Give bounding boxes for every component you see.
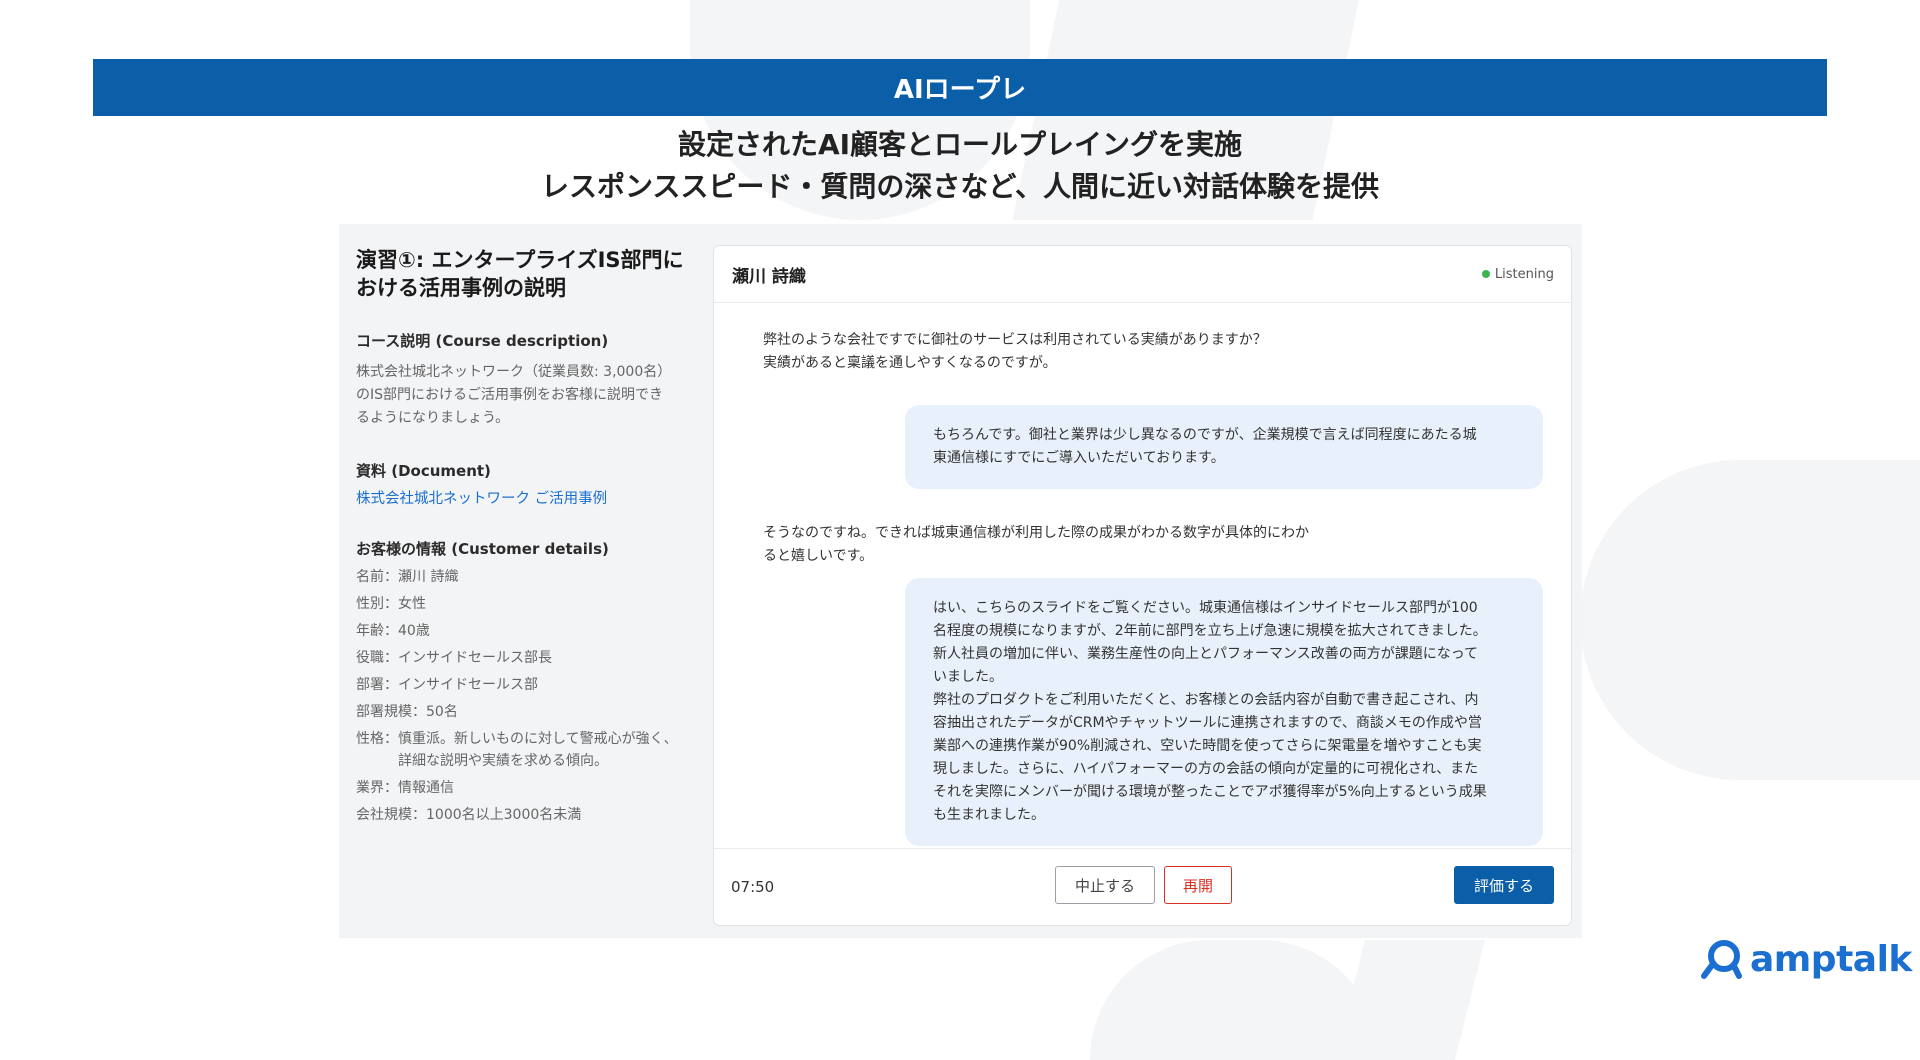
session-timer: 07:50 xyxy=(731,878,775,896)
background-shape xyxy=(1580,460,1920,780)
subtitle-line: レスポンススピード・質問の深さなど、人間に近い対話体験を提供 xyxy=(540,170,1380,203)
description-line: るようになりましょう。 xyxy=(356,410,510,426)
slide-subtitle: 設定されたAI顧客とロールプレイングを実施 レスポンススピード・質問の深さなど、… xyxy=(93,124,1827,208)
customer-heading: お客様の情報 (Customer details) xyxy=(356,540,609,558)
resume-button[interactable]: 再開 xyxy=(1164,866,1232,904)
customer-department-row: 部署： インサイドセールス部 xyxy=(356,677,538,693)
amptalk-logo: amptalk xyxy=(1700,938,1912,980)
brand-name: amptalk xyxy=(1750,938,1912,980)
customer-industry-row: 業界： 情報通信 xyxy=(356,780,454,796)
status-dot-icon xyxy=(1481,270,1490,278)
customer-name-row: 名前： 瀬川 詩織 xyxy=(356,569,459,585)
document-link[interactable]: 株式会社城北ネットワーク ご活用事例 xyxy=(356,487,696,508)
customer-age-row: 年齢： 40歳 xyxy=(356,623,430,639)
customer-personality-row: 性格： 慎重派。新しいものに対して警戒心が強く、 詳細な説明や実績を求める傾向。 xyxy=(356,731,678,769)
background-shape xyxy=(1335,940,1485,1060)
status-badge: Listening xyxy=(1481,266,1554,282)
background-shape xyxy=(1090,940,1380,1060)
evaluate-button[interactable]: 評価する xyxy=(1454,866,1554,904)
stop-button[interactable]: 中止する xyxy=(1055,866,1155,904)
customer-gender-row: 性別： 女性 xyxy=(356,596,426,612)
ai-message: そうなのですね。できれば城東通信様が利用した際の成果がわかる数字が具体的にわか … xyxy=(763,525,1309,564)
subtitle-line: 設定されたAI顧客とロールプレイングを実施 xyxy=(677,128,1243,161)
customer-details: 名前： 瀬川 詩織 性別： 女性 年齢： 40歳 役職： インサイドセールス部長 部署：… xyxy=(356,566,696,826)
customer-dept-size-row: 部署規模： 50名 xyxy=(356,704,458,720)
chat-header: 瀬川 詩織 Listening xyxy=(714,246,1571,303)
course-panel: 演習①: エンタープライズIS部門に おける活用事例の説明 コース説明 (Cou… xyxy=(356,246,696,831)
chat-footer: 07:50 中止する 再開 評価する xyxy=(714,848,1571,925)
banner-title: AIロープレ xyxy=(93,59,1827,116)
course-title: 演習①: エンタープライズIS部門に おける活用事例の説明 xyxy=(356,246,696,302)
description-line: 株式会社城北ネットワーク（従業員数: 3,000名） xyxy=(356,364,672,380)
course-title-line: おける活用事例の説明 xyxy=(356,276,566,300)
status-label: Listening xyxy=(1494,266,1554,282)
customer-company-size-row: 会社規模： 1000名以上3000名未満 xyxy=(356,807,582,823)
user-message: はい、こちらのスライドをご覧ください。城東通信様はインサイドセールス部門が100… xyxy=(905,578,1543,846)
customer-position-row: 役職： インサイドセールス部長 xyxy=(356,650,552,666)
message-list[interactable]: 弊社のような会社ですでに御社のサービスは利用されている実績がありますか？ 実績が… xyxy=(714,303,1571,847)
description-heading: コース説明 (Course description) xyxy=(356,332,609,350)
amptalk-logo-icon xyxy=(1701,940,1742,979)
description-line: のIS部門におけるご活用事例をお客様に説明でき xyxy=(356,387,664,403)
chat-panel: 瀬川 詩織 Listening 弊社のような会社ですでに御社のサービスは利用され… xyxy=(713,245,1572,926)
ai-message: 弊社のような会社ですでに御社のサービスは利用されている実績がありますか？ 実績が… xyxy=(763,332,1267,371)
app-screenshot: 演習①: エンタープライズIS部門に おける活用事例の説明 コース説明 (Cou… xyxy=(339,224,1582,938)
description-text: 株式会社城北ネットワーク（従業員数: 3,000名） のIS部門におけるご活用事… xyxy=(356,361,696,430)
user-message: もちろんです。御社と業界は少し異なるのですが、企業規模で言えば同程度にあたる城 … xyxy=(905,405,1543,489)
customer-name: 瀬川 詩織 xyxy=(732,266,806,287)
document-heading: 資料 (Document) xyxy=(356,462,491,480)
course-title-line: 演習①: エンタープライズIS部門に xyxy=(356,248,684,272)
